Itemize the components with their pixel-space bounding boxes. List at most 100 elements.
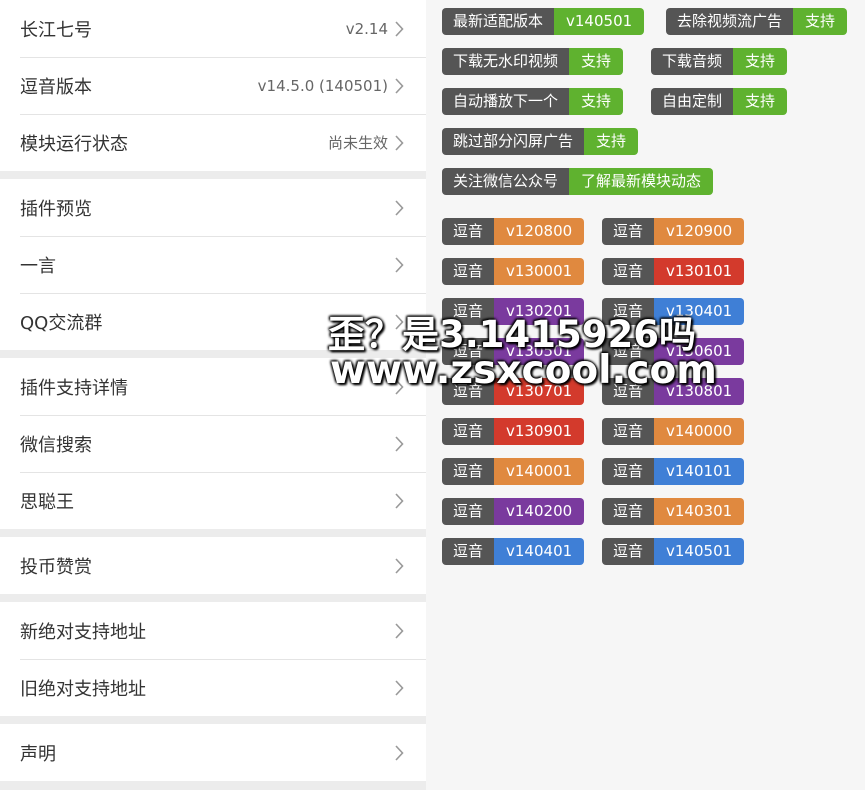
status-badge: 下载无水印视频 支持 xyxy=(442,48,624,75)
badge-key: 逗音 xyxy=(602,538,655,565)
settings-item-label: 插件支持详情 xyxy=(20,377,128,399)
badge-key: 关注微信公众号 xyxy=(442,168,570,195)
settings-item[interactable]: 思聪王 xyxy=(0,472,426,529)
chevron-right-icon xyxy=(392,744,406,761)
settings-item[interactable]: 微信搜索 xyxy=(0,415,426,472)
settings-item-label: 旧绝对支持地址 xyxy=(20,678,146,700)
status-badge: 最新适配版本 v140501 xyxy=(442,8,645,35)
settings-item-label: 一言 xyxy=(20,255,56,277)
badge-value: v140501 xyxy=(654,538,745,565)
badge-value: 支持 xyxy=(584,128,639,155)
badge-value: v130001 xyxy=(494,258,585,285)
badge-key: 逗音 xyxy=(602,298,655,325)
settings-item[interactable]: 投币赞赏 xyxy=(0,537,426,594)
settings-group: 投币赞赏 xyxy=(0,537,426,594)
settings-item[interactable]: 插件支持详情 xyxy=(0,358,426,415)
section-divider xyxy=(0,594,426,602)
settings-item-label: 投币赞赏 xyxy=(20,556,92,578)
badge-value: 支持 xyxy=(569,48,624,75)
settings-item[interactable]: 新绝对支持地址 xyxy=(0,602,426,659)
badge-key: 逗音 xyxy=(602,378,655,405)
badge-value: v120800 xyxy=(494,218,585,245)
badge-key: 逗音 xyxy=(602,418,655,445)
settings-item-value: v14.5.0 (140501) xyxy=(257,76,388,95)
badge-key: 自动播放下一个 xyxy=(442,88,570,115)
chevron-right-icon xyxy=(392,134,406,151)
status-badge: 逗音 v130201 xyxy=(442,298,585,325)
badge-value: v130701 xyxy=(494,378,585,405)
status-badge: 逗音 v130501 xyxy=(442,338,585,365)
status-badge: 自动播放下一个 支持 xyxy=(442,88,624,115)
badge-key: 逗音 xyxy=(442,258,495,285)
badge-value: v140301 xyxy=(654,498,745,525)
badge-key: 逗音 xyxy=(602,458,655,485)
chevron-right-icon xyxy=(392,378,406,395)
settings-list: 长江七号 v2.14 逗音版本 v14.5.0 (140501) 模块运行状态 尚未生效插… xyxy=(0,0,426,790)
badge-key: 逗音 xyxy=(602,498,655,525)
support-badges-panel: 最新适配版本 v140501 去除视频流广告 支持 下载无水印视频 支持 下载音频 支持 自动播… xyxy=(426,0,865,790)
status-badge: 逗音 v130901 xyxy=(442,418,585,445)
settings-item-value: 尚未生效 xyxy=(327,134,388,152)
badge-value: v140000 xyxy=(654,418,745,445)
settings-item-label: 逗音版本 xyxy=(20,76,92,98)
badge-key: 逗音 xyxy=(442,498,495,525)
settings-item[interactable]: QQ交流群 xyxy=(0,293,426,350)
badge-value: v140101 xyxy=(654,458,745,485)
status-badge: 逗音 v140001 xyxy=(442,458,585,485)
badge-value: v140200 xyxy=(494,498,585,525)
section-divider xyxy=(0,529,426,537)
status-badge: 下载音频 支持 xyxy=(651,48,788,75)
settings-item[interactable]: 旧绝对支持地址 xyxy=(0,659,426,716)
badge-key: 逗音 xyxy=(602,218,655,245)
settings-item-label: 思聪王 xyxy=(20,491,74,513)
status-badge: 去除视频流广告 支持 xyxy=(666,8,848,35)
status-badge: 逗音 v140000 xyxy=(602,418,745,445)
badge-value: v130801 xyxy=(654,378,745,405)
settings-item[interactable]: 声明 xyxy=(0,724,426,781)
status-badge: 逗音 v140401 xyxy=(442,538,585,565)
chevron-right-icon xyxy=(392,199,406,216)
badge-key: 逗音 xyxy=(442,378,495,405)
status-badge: 跳过部分闪屏广告 支持 xyxy=(442,128,639,155)
badge-value: v120900 xyxy=(654,218,745,245)
chevron-right-icon xyxy=(392,435,406,452)
section-divider xyxy=(0,171,426,179)
badge-key: 逗音 xyxy=(442,338,495,365)
settings-item-label: 新绝对支持地址 xyxy=(20,621,146,643)
badge-value: v130601 xyxy=(654,338,745,365)
section-divider xyxy=(0,350,426,358)
settings-item-label: 模块运行状态 xyxy=(20,133,128,155)
settings-group: 插件支持详情 微信搜索思聪王 xyxy=(0,358,426,529)
badge-value: v130401 xyxy=(654,298,745,325)
badge-key: 最新适配版本 xyxy=(442,8,555,35)
badge-value: v140401 xyxy=(494,538,585,565)
settings-item[interactable]: 插件预览 xyxy=(0,179,426,236)
settings-group: 声明 xyxy=(0,724,426,781)
badge-key: 逗音 xyxy=(602,338,655,365)
chevron-right-icon xyxy=(392,313,406,330)
status-badge: 逗音 v140301 xyxy=(602,498,745,525)
badge-key: 逗音 xyxy=(442,418,495,445)
status-badge: 逗音 v140101 xyxy=(602,458,745,485)
settings-item[interactable]: 一言 xyxy=(0,236,426,293)
badge-key: 自由定制 xyxy=(651,88,734,115)
settings-item[interactable]: 逗音版本 v14.5.0 (140501) xyxy=(0,57,426,114)
status-badge: 逗音 v130101 xyxy=(602,258,745,285)
settings-item[interactable]: 模块运行状态 尚未生效 xyxy=(0,114,426,171)
status-badge: 逗音 v130801 xyxy=(602,378,745,405)
settings-group: 长江七号 v2.14 逗音版本 v14.5.0 (140501) 模块运行状态 尚未生效 xyxy=(0,0,426,171)
settings-item-label: 插件预览 xyxy=(20,198,92,220)
section-divider xyxy=(0,716,426,724)
status-badge: 逗音 v120900 xyxy=(602,218,745,245)
badge-value: 了解最新模块动态 xyxy=(569,168,714,195)
chevron-right-icon xyxy=(392,256,406,273)
badge-value: v130501 xyxy=(494,338,585,365)
settings-item[interactable]: 长江七号 v2.14 xyxy=(0,0,426,57)
badge-value: v130201 xyxy=(494,298,585,325)
status-badge: 关注微信公众号 了解最新模块动态 xyxy=(442,168,714,195)
settings-item-label: 声明 xyxy=(20,743,56,765)
settings-item-label: 微信搜索 xyxy=(20,434,92,456)
status-badge: 自由定制 支持 xyxy=(651,88,788,115)
chevron-right-icon xyxy=(392,622,406,639)
chevron-right-icon xyxy=(392,77,406,94)
